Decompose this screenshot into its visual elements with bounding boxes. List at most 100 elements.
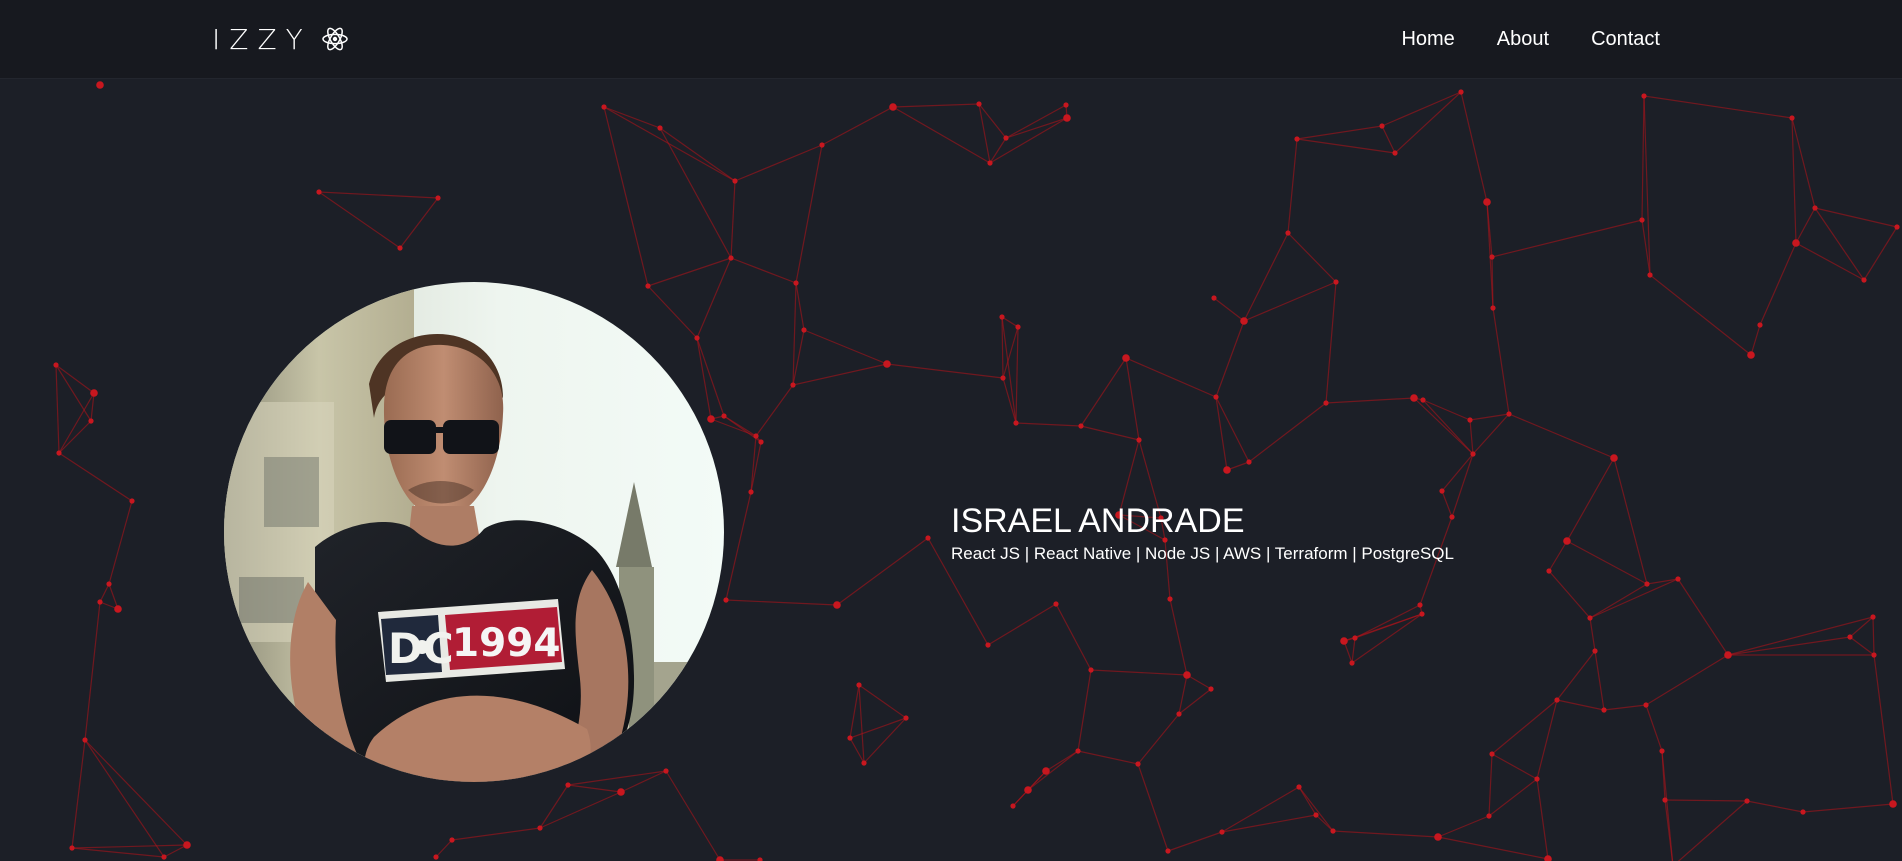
network-point — [1208, 686, 1214, 692]
network-point — [1330, 828, 1336, 834]
network-point — [433, 854, 439, 860]
network-point — [1601, 707, 1607, 713]
network-point — [1458, 89, 1464, 95]
network-point — [1662, 797, 1668, 803]
network-point — [985, 642, 991, 648]
network-point — [1165, 848, 1171, 854]
network-point — [883, 360, 891, 368]
profile-photo: DC 1994 — [224, 282, 724, 782]
brand-name: IZZY — [212, 22, 312, 56]
network-point — [1544, 855, 1552, 861]
network-point — [565, 782, 571, 788]
tech-stack-subtitle: React JS | React Native | Node JS | AWS … — [951, 544, 1454, 563]
network-point — [53, 362, 59, 368]
network-point — [903, 715, 909, 721]
network-point — [435, 195, 441, 201]
network-point — [88, 418, 94, 424]
network-point — [537, 825, 543, 831]
network-point — [833, 601, 841, 609]
network-point — [645, 283, 651, 289]
network-point — [1211, 295, 1217, 301]
network-point — [732, 178, 738, 184]
network-point — [1223, 466, 1231, 474]
network-point — [90, 389, 98, 397]
network-point — [793, 280, 799, 286]
network-point — [757, 857, 763, 861]
network-point — [316, 189, 322, 195]
network-point — [1643, 702, 1649, 708]
network-point — [1563, 537, 1571, 545]
network-point — [1610, 454, 1618, 462]
nav-home-link[interactable]: Home — [1401, 22, 1454, 56]
network-point — [1379, 123, 1385, 129]
network-point — [1489, 751, 1495, 757]
network-point — [1003, 135, 1009, 141]
network-point — [1323, 400, 1329, 406]
network-point — [1506, 411, 1512, 417]
network-point — [861, 760, 867, 766]
svg-text:1994: 1994 — [452, 621, 561, 666]
network-point — [1410, 394, 1418, 402]
network-point — [1340, 637, 1348, 645]
network-point — [1176, 711, 1182, 717]
network-point — [721, 413, 727, 419]
nav-about-link[interactable]: About — [1497, 22, 1549, 56]
network-point — [790, 382, 796, 388]
network-point — [1647, 272, 1653, 278]
network-point — [1000, 375, 1006, 381]
network-point — [657, 125, 663, 131]
network-point — [96, 81, 104, 89]
network-point — [847, 735, 853, 741]
top-navbar: IZZY Home About Contact — [0, 0, 1902, 79]
network-point — [1013, 420, 1019, 426]
network-point — [114, 605, 122, 613]
network-point — [1894, 224, 1900, 230]
network-point — [1800, 809, 1806, 815]
network-point — [1313, 812, 1319, 818]
network-point — [1122, 354, 1130, 362]
network-point — [1063, 102, 1069, 108]
portfolio-page: IZZY Home About Contact 1994 ISRAEL ANDR… — [0, 0, 1902, 861]
network-point — [1490, 305, 1496, 311]
network-point — [1641, 93, 1647, 99]
network-point — [1419, 611, 1425, 617]
network-point — [1294, 136, 1300, 142]
network-point — [1219, 829, 1225, 835]
network-point — [56, 450, 62, 456]
network-point — [753, 433, 759, 439]
network-point — [1349, 660, 1355, 666]
site-logo[interactable]: IZZY — [212, 18, 350, 60]
network-point — [601, 104, 607, 110]
network-point — [1659, 748, 1665, 754]
nav-contact-link[interactable]: Contact — [1591, 22, 1660, 56]
network-point — [1789, 115, 1795, 121]
hero-section: ISRAEL ANDRADE React JS | React Native |… — [951, 500, 1454, 566]
network-point — [1467, 417, 1473, 423]
network-point — [1644, 581, 1650, 587]
network-point — [1167, 596, 1173, 602]
network-point — [1042, 767, 1050, 775]
network-point — [1724, 651, 1732, 659]
network-point — [97, 599, 103, 605]
network-point — [976, 101, 982, 107]
network-point — [129, 498, 135, 504]
network-point — [617, 788, 625, 796]
network-point — [1747, 351, 1755, 359]
network-point — [1861, 277, 1867, 283]
network-point — [1136, 437, 1142, 443]
network-point — [1554, 697, 1560, 703]
network-point — [1470, 451, 1476, 457]
network-point — [1870, 614, 1876, 620]
main-navigation: Home About Contact — [1401, 22, 1660, 56]
network-point — [1812, 205, 1818, 211]
network-point — [801, 327, 807, 333]
network-point — [1285, 230, 1291, 236]
network-point — [1847, 634, 1853, 640]
network-point — [1439, 488, 1445, 494]
network-point — [1213, 394, 1219, 400]
network-point — [663, 768, 669, 774]
network-point — [1434, 833, 1442, 841]
network-point — [1296, 784, 1302, 790]
network-point — [1757, 322, 1763, 328]
network-point — [925, 535, 931, 541]
